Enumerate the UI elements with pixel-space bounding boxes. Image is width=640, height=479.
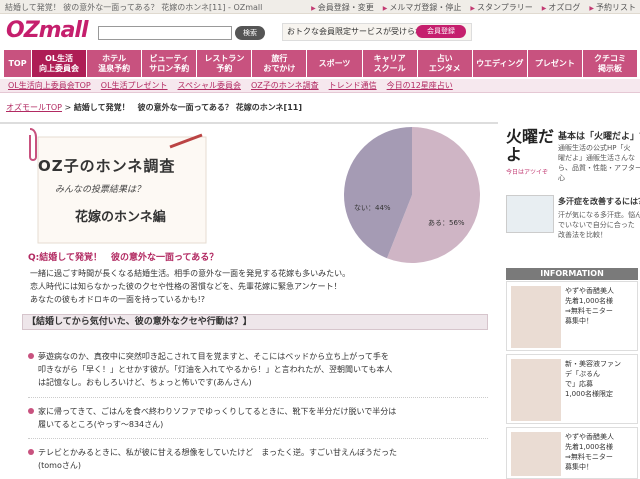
member-register-link[interactable]: 会員登録・変更 (311, 2, 374, 13)
mailmag-link[interactable]: メルマガ登録・停止 (383, 2, 461, 13)
answer-line: 家に帰ってきて、ごはんを食べ終わりソファでゆっくりしてるときに、靴下を半分だけ脱… (38, 407, 397, 416)
divider (28, 397, 488, 398)
side-ad2-title[interactable]: 多汗症を改善するには？ (558, 196, 640, 207)
page-title: 結婚して発覚！ 彼の意外な一面ってある？ 花嫁のホンネ[11] - OZmall (5, 3, 263, 12)
nav-tab-top[interactable]: TOP (4, 50, 32, 77)
pie-chart (344, 127, 480, 263)
sub-nav: OL生活向上委員会TOP OL生活プレゼント スペシャル委員会 OZ子のホンネ調… (0, 79, 640, 93)
answer-item: テレビとかみるときに、私が彼に甘える想像をしていたけど まったく逆。すごい甘えん… (28, 446, 397, 472)
bullet-icon (28, 353, 34, 359)
main-nav: TOP OL生活 向上委員会 ホテル 温泉予約 ビューティ サロン予約 レストラ… (4, 50, 639, 77)
side-ad-title[interactable]: 基本は「火曜だよ」で検索 (558, 129, 640, 142)
header-subtitle: みんなの投票結果は？ (55, 185, 146, 195)
section-heading: 【結婚してから気付いた、彼の意外なクセや行動は？】 (22, 314, 488, 330)
answer-item: 家に帰ってきて、ごはんを食べ終わりソファでゆっくりしてるときに、靴下を半分だけ脱… (28, 405, 396, 431)
intro-line: 一緒に過ごす時間が長くなる結婚生活。相手の意外な一面を発見する花嫁も多いみたい。 (30, 269, 351, 278)
subnav-horoscope[interactable]: 今日の12星座占い (387, 80, 453, 91)
subnav-present[interactable]: OL生活プレゼント (101, 80, 168, 91)
top-links: 会員登録・変更 メルマガ登録・停止 スタンプラリー オズログ 予約リスト (311, 2, 636, 13)
ad-text: やずや香醋美人 先着1,000名様 ⇒無料モニター 募集中！ (565, 287, 614, 325)
ad-image (511, 286, 561, 348)
reserve-list-link[interactable]: 予約リスト (589, 2, 636, 13)
nav-tab-restaurant[interactable]: レストラン 予約 (197, 50, 253, 77)
stamp-rally-link[interactable]: スタンプラリー (470, 2, 533, 13)
side-thumbnail[interactable] (506, 195, 554, 233)
nav-tab-kuchikomi[interactable]: クチコミ 掲示板 (582, 50, 639, 77)
intro-line: 恋人時代には知らなかった彼のクセや性格の習慣などを、先輩花嫁に緊急アンケート！ (30, 282, 342, 291)
question-heading: Q:結婚して発覚！ 彼の意外な一面ってある？ (28, 253, 219, 263)
pie-label-yes: ある：56% (428, 219, 465, 227)
nav-tab-hotel[interactable]: ホテル 温泉予約 (87, 50, 143, 77)
subnav-honne[interactable]: OZ子のホンネ調査 (251, 80, 319, 91)
bullet-icon (28, 408, 34, 414)
ad-image (511, 359, 561, 421)
ad-text: 新・美容液ファン デ「ぷるん で」応募 1,000名様限定 (565, 360, 621, 398)
info-ad[interactable]: 新・美容液ファン デ「ぷるん で」応募 1,000名様限定 (506, 354, 638, 424)
member-promo-text: おトクな会員限定サービスが受けられる (287, 27, 431, 36)
ad-text: やずや香醋美人 先着1,000名様 ⇒無料モニター 募集中！ (565, 433, 614, 471)
ozmall-logo[interactable]: OZmall (6, 18, 89, 43)
breadcrumb-current: 結婚して発覚！ 彼の意外な一面ってある？ 花嫁のホンネ[11] (73, 103, 303, 112)
side-ad-desc: 通販生活の公式HP「火 (558, 144, 631, 152)
ad-image (511, 432, 561, 476)
nav-tab-ol[interactable]: OL生活 向上委員会 (32, 50, 88, 77)
ozlog-link[interactable]: オズログ (542, 2, 580, 13)
bullet-icon (28, 449, 34, 455)
answer-line: 履いてるところ(やっす～834さん) (38, 420, 164, 429)
kayo-badge-text: 火曜だよ (506, 127, 555, 164)
side-ad2-desc: でいないで自分に合った (558, 221, 635, 229)
header-theme: 花嫁のホンネ編 (75, 210, 166, 225)
side-ad-desc: ら、品質・性能・アフターも安 (558, 164, 640, 172)
pie-label-no: ない：44% (354, 204, 391, 212)
nav-tab-wedding[interactable]: ウエディング (472, 50, 528, 77)
breadcrumb-top-link[interactable]: オズモールTOP (6, 103, 62, 112)
answer-line: テレビとかみるときに、私が彼に甘える想像をしていたけど まったく逆。すごい甘えん… (38, 448, 397, 457)
subnav-trend[interactable]: トレンド通信 (329, 80, 377, 91)
nav-tab-travel[interactable]: 旅行 おでかけ (252, 50, 308, 77)
answer-line: 夢遊病なのか、真夜中に突然叩き起こされて目を覚ますと、そこにはベッドから立ち上が… (38, 352, 389, 361)
info-ad[interactable]: やずや香醋美人 先着1,000名様 ⇒無料モニター 募集中！ (506, 281, 638, 351)
intro-line: あなたの彼もオドロキの一面を持っているかも!? (30, 295, 206, 304)
nav-tab-career[interactable]: キャリア スクール (362, 50, 418, 77)
information-header: INFORMATION (506, 268, 638, 280)
side-ad2-desc: 改善法を比較！ (558, 231, 607, 239)
search-input[interactable] (98, 26, 232, 40)
info-ad[interactable]: やずや香醋美人 先着1,000名様 ⇒無料モニター 募集中！ (506, 427, 638, 479)
nav-tab-fortune[interactable]: 占い エンタメ (417, 50, 473, 77)
answer-line: は記憶なし。おもしろいけど、ちょっと怖いです(あんさん) (38, 378, 252, 387)
clip-icon (29, 128, 37, 161)
answer-item: 夢遊病なのか、真夜中に突然叩き起こされて目を覚ますと、そこにはベッドから立ち上が… (28, 350, 392, 389)
nav-tab-beauty[interactable]: ビューティ サロン予約 (142, 50, 198, 77)
kayo-badge-sub: 今日はアツイぞ (506, 169, 549, 176)
divider (28, 438, 488, 439)
member-register-button[interactable]: 会員登録 (416, 25, 466, 38)
subnav-ol-top[interactable]: OL生活向上委員会TOP (8, 80, 91, 91)
answer-line: (tomoさん) (38, 461, 81, 470)
side-ad-desc: 心 (558, 174, 565, 182)
nav-tab-present[interactable]: プレゼント (527, 50, 583, 77)
side-ad2-desc: 汗が気になる多汗症。悩ん (558, 211, 640, 219)
search-button[interactable]: 検索 (235, 26, 265, 40)
nav-tab-sports[interactable]: スポーツ (307, 50, 363, 77)
breadcrumb-separator: > (62, 103, 74, 112)
breadcrumb: オズモールTOP > 結婚して発覚！ 彼の意外な一面ってある？ 花嫁のホンネ[1… (6, 102, 302, 113)
header-title: OZ子のホンネ調査 (38, 157, 176, 175)
kayo-badge[interactable]: 火曜だよ今日はアツイぞ (506, 127, 555, 177)
subnav-special[interactable]: スペシャル委員会 (178, 80, 241, 91)
side-ad-desc: 曜だよ」通販生活さんな (558, 154, 635, 162)
answer-line: 叩きながら「早く！」とせかす彼が。「灯油を入れてやるから！」と言われたが、翌朝聞… (38, 365, 393, 374)
top-bar: 結婚して発覚！ 彼の意外な一面ってある？ 花嫁のホンネ[11] - OZmall… (0, 0, 640, 14)
